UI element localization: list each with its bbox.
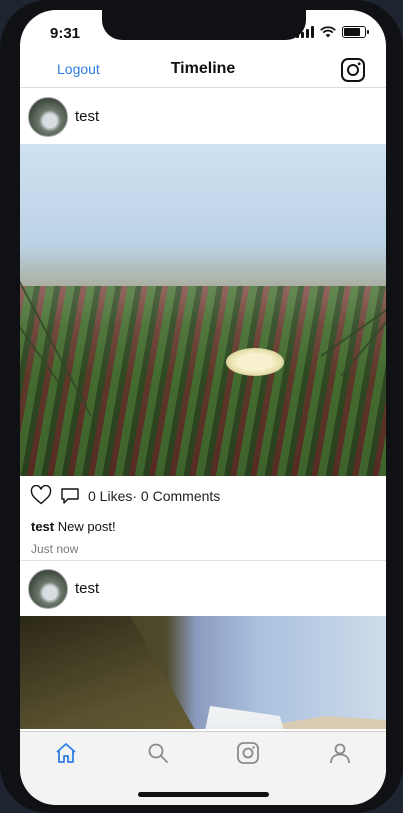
caption-username[interactable]: test [31, 519, 54, 534]
comment-icon[interactable] [60, 487, 80, 505]
post-card: test [20, 561, 386, 729]
post-header: test [20, 89, 386, 144]
navigation-bar: Logout Timeline [20, 54, 386, 88]
post-counts: 0 Likes· 0 Comments [88, 488, 220, 504]
photo-plants [20, 286, 386, 476]
post-caption: test New post! [20, 516, 386, 538]
post-header: test [20, 561, 386, 616]
notch [102, 10, 306, 40]
counts-separator: · [132, 488, 138, 504]
post-photo[interactable] [20, 616, 386, 729]
timeline-feed[interactable]: test 0 Likes· 0 Comments test New post! … [20, 89, 386, 729]
wifi-icon [320, 26, 336, 38]
likes-count[interactable]: 0 Likes [88, 488, 132, 504]
profile-icon[interactable] [328, 741, 352, 765]
status-time: 9:31 [50, 25, 81, 42]
photo-cliff [20, 616, 210, 729]
post-actions: 0 Likes· 0 Comments [20, 476, 386, 516]
heart-icon[interactable] [30, 485, 52, 505]
tab-bar [20, 731, 386, 805]
status-icons [296, 26, 369, 38]
post-photo[interactable] [20, 144, 386, 476]
page-title: Timeline [170, 60, 236, 77]
battery-icon [342, 26, 369, 38]
photo-flower [226, 348, 284, 376]
app-screen: 9:31 Logout Timeline test 0 Likes· 0 Com… [20, 10, 386, 805]
photo-waterfall [200, 706, 290, 729]
comments-count[interactable]: 0 Comments [141, 488, 220, 504]
avatar[interactable] [28, 569, 68, 609]
device-frame: 9:31 Logout Timeline test 0 Likes· 0 Com… [0, 0, 403, 813]
caption-text: New post! [57, 519, 116, 534]
instagram-icon[interactable] [340, 57, 366, 83]
instagram-icon[interactable] [236, 741, 260, 765]
post-username[interactable]: test [75, 108, 99, 125]
home-icon[interactable] [54, 741, 78, 765]
search-icon[interactable] [146, 741, 170, 765]
post-username[interactable]: test [75, 580, 99, 597]
home-indicator[interactable] [138, 792, 269, 797]
post-timestamp: Just now [31, 542, 79, 556]
post-card: test [20, 89, 386, 561]
avatar[interactable] [28, 97, 68, 137]
